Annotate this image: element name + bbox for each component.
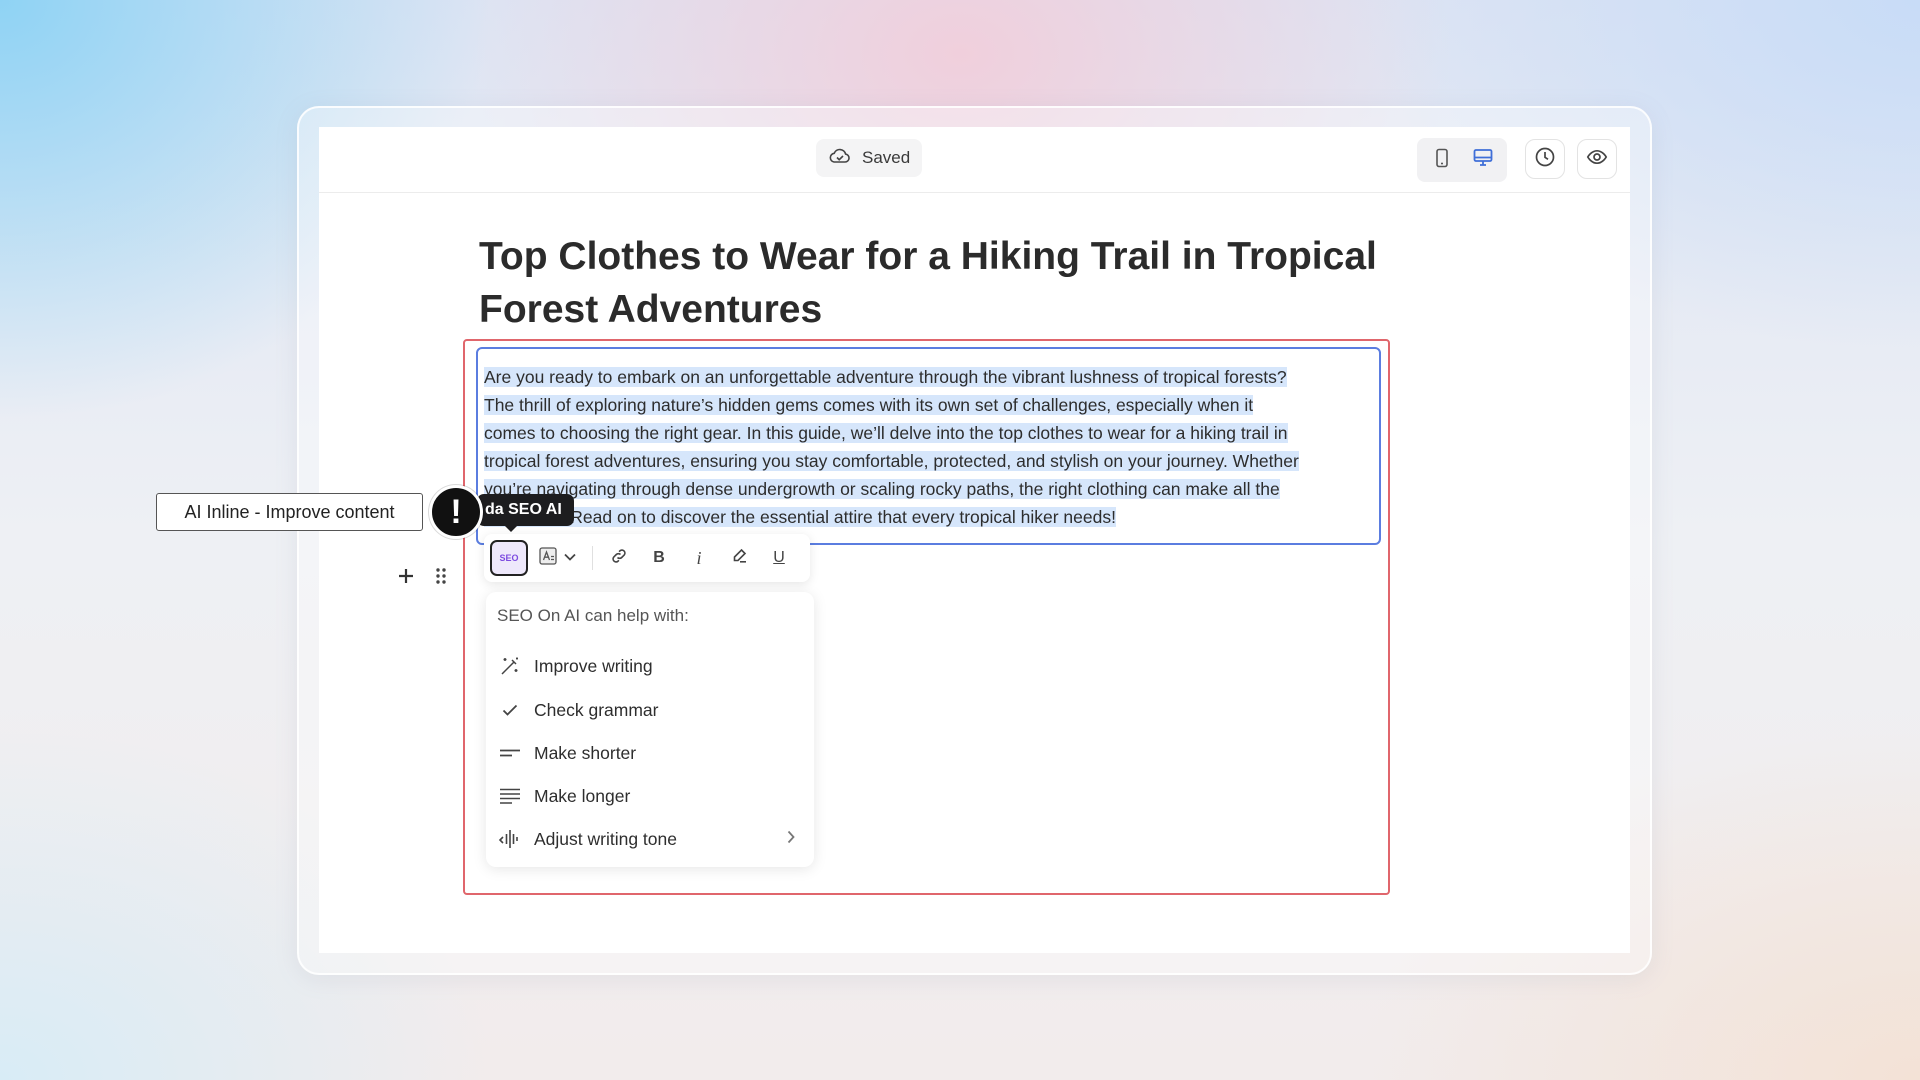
link-button[interactable] (601, 540, 637, 576)
highlighter-pen-icon (730, 547, 748, 570)
seo-ai-tooltip: da SEO AI (477, 494, 574, 532)
paragraph-line: comes to choosing the right gear. In thi… (484, 423, 1288, 443)
menu-item-improve-writing[interactable]: Improve writing (498, 647, 802, 685)
menu-item-label: Improve writing (534, 655, 653, 676)
menu-item-adjust-writing-tone[interactable]: Adjust writing tone (498, 820, 802, 858)
italic-button[interactable]: i (681, 540, 717, 576)
history-button[interactable] (1525, 139, 1565, 179)
paragraph-text[interactable]: Are you ready to embark on an unforgetta… (484, 363, 1373, 531)
long-lines-icon (498, 784, 522, 808)
ai-menu-header: SEO On AI can help with: (497, 606, 689, 625)
chevron-down-icon (563, 549, 577, 567)
text-style-icon (539, 546, 557, 570)
menu-item-make-longer[interactable]: Make longer (498, 777, 802, 815)
editor-topbar: Saved (319, 127, 1630, 193)
saved-status: Saved (816, 139, 923, 177)
italic-icon: i (696, 547, 702, 568)
paragraph-line: you’re navigating through dense undergro… (484, 479, 1280, 499)
mobile-device-icon (1434, 148, 1450, 173)
menu-item-label: Check grammar (534, 699, 659, 720)
history-clock-icon (1534, 146, 1556, 173)
bold-button[interactable]: B (641, 540, 677, 576)
chevron-right-icon (786, 829, 796, 850)
underline-icon: U (773, 549, 785, 566)
link-icon (610, 547, 628, 570)
menu-item-label: Make longer (534, 785, 631, 806)
device-toggle (1417, 138, 1507, 182)
underline-button[interactable]: U (761, 540, 797, 576)
menu-item-label: Adjust writing tone (534, 828, 677, 849)
paragraph-line: tropical forest adventures, ensuring you… (484, 451, 1299, 471)
mobile-view-button[interactable] (1424, 142, 1460, 178)
paragraph-line: difference. Read on to discover the esse… (484, 507, 1116, 527)
annotation-label: AI Inline - Improve content (156, 493, 423, 531)
ai-suggestion-menu: SEO On AI can help with: Improve writing… (486, 592, 814, 867)
text-style-button[interactable] (532, 540, 584, 576)
saved-label: Saved (862, 148, 911, 167)
check-icon (498, 698, 522, 722)
article-title[interactable]: Top Clothes to Wear for a Hiking Trail i… (479, 230, 1379, 336)
preview-button[interactable] (1577, 139, 1617, 179)
menu-item-check-grammar[interactable]: Check grammar (498, 691, 802, 729)
block-tools (396, 566, 448, 591)
menu-item-make-shorter[interactable]: Make shorter (498, 734, 802, 772)
desktop-view-button[interactable] (1465, 142, 1501, 178)
bold-icon: B (653, 549, 665, 566)
cloud-check-icon (828, 146, 852, 171)
desktop-device-icon (1472, 148, 1494, 173)
paragraph-line: The thrill of exploring nature’s hidden … (484, 395, 1254, 415)
paragraph-block[interactable]: Are you ready to embark on an unforgetta… (476, 347, 1381, 545)
sound-wave-icon (498, 827, 522, 851)
format-toolbar: SEO B i U (484, 534, 810, 582)
magic-wand-icon (498, 654, 522, 678)
highlight-button[interactable] (721, 540, 757, 576)
add-block-icon[interactable] (396, 566, 416, 591)
menu-item-label: Make shorter (534, 742, 637, 763)
preview-eye-icon (1586, 146, 1608, 173)
paragraph-line: Are you ready to embark on an unforgetta… (484, 367, 1287, 387)
drag-handle-icon[interactable] (434, 566, 448, 591)
short-lines-icon (498, 741, 522, 765)
seo-ai-button[interactable]: SEO (490, 540, 528, 576)
toolbar-divider (592, 546, 593, 570)
annotation-badge: ! (429, 485, 483, 539)
